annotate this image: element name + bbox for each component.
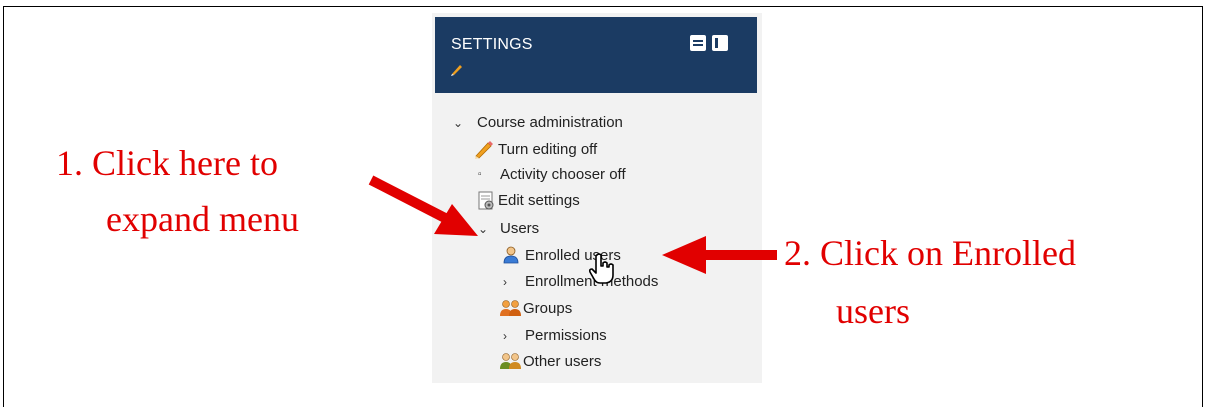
arrow-to-enrolled-users	[662, 236, 777, 274]
